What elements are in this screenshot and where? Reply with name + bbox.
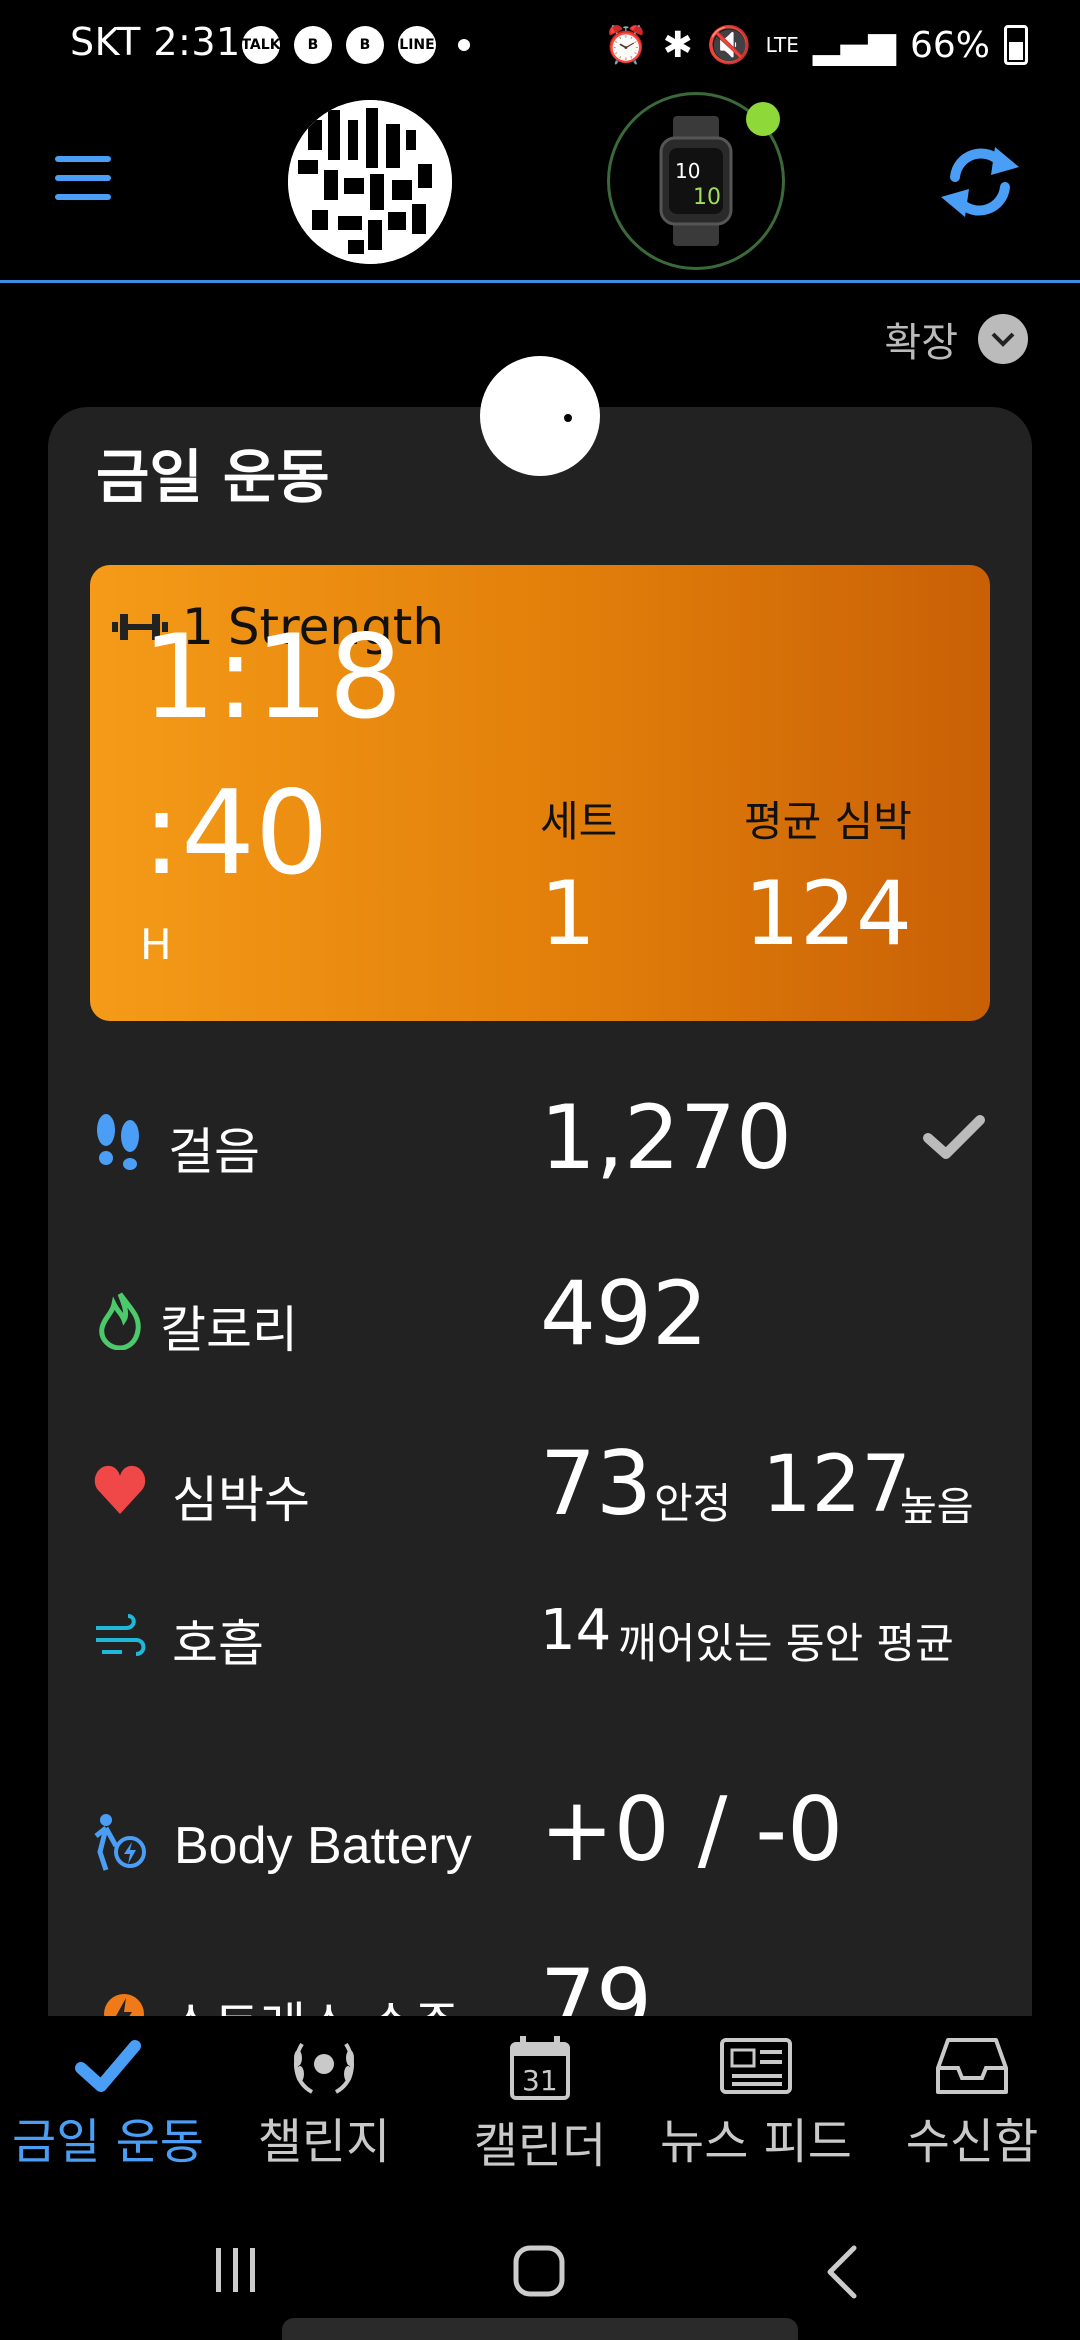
avg-hr-label: 평균 심박 (744, 797, 912, 846)
heart-icon (94, 1465, 146, 1514)
resting-hr-value: 73 (540, 1432, 652, 1535)
check-icon (923, 1115, 985, 1159)
back-icon[interactable] (822, 2244, 862, 2300)
carrier-time: SKT 2:31 (70, 20, 241, 64)
inbox-icon (936, 2038, 1008, 2094)
check-icon (75, 2040, 141, 2092)
system-indicators: ⏰ ✱ 🔇 LTE ▂▄▆ 66% (604, 24, 1028, 66)
news-icon (720, 2038, 792, 2094)
tab-challenges-label: 챌린지 (257, 2114, 391, 2170)
tab-newsfeed-label: 뉴스 피드 (660, 2114, 852, 2170)
flame-icon (99, 1292, 141, 1350)
avg-hr-value: 124 (744, 862, 912, 965)
high-hr-label: 높음 (900, 1484, 974, 1530)
body-battery-label: Body Battery (174, 1817, 472, 1875)
steps-row[interactable] (90, 1110, 146, 1174)
card-title: 금일 운동 (96, 443, 330, 511)
recent-apps-icon[interactable] (210, 2244, 262, 2296)
tab-inbox[interactable]: 수신함 (864, 2036, 1080, 2172)
tab-challenges[interactable]: 챌린지 (216, 2036, 432, 2172)
b-app-icon: B (294, 26, 332, 64)
svg-text:10: 10 (675, 159, 700, 183)
sets-value: 1 (540, 862, 596, 965)
status-bar: SKT 2:31 TALK B B LINE ⏰ ✱ 🔇 LTE ▂▄▆ 66% (0, 0, 1080, 92)
battery-percent: 66% (909, 24, 990, 66)
sets-label: 세트 (540, 797, 618, 846)
top-header: 10 10 (0, 92, 1080, 283)
expand-label: 확장 (884, 320, 958, 366)
high-hr-value: 127 (762, 1440, 911, 1530)
activity-duration: 1:18 (142, 610, 403, 745)
floating-dot (480, 356, 600, 476)
calories-label: 칼로리 (160, 1301, 298, 1359)
respiration-note: 깨어있는 동안 평균 (618, 1619, 954, 1668)
calendar-icon: 31 (510, 2036, 570, 2100)
tab-calendar[interactable]: 31 캘린더 (432, 2036, 648, 2176)
heart-rate-label: 심박수 (172, 1471, 310, 1529)
tab-newsfeed[interactable]: 뉴스 피드 (648, 2036, 864, 2172)
calendar-day: 31 (522, 2064, 558, 2097)
kakaotalk-icon: TALK (241, 26, 281, 64)
respiration-icon (96, 1614, 146, 1656)
tab-today-label: 금일 운동 (12, 2114, 204, 2170)
respiration-value: 14 (540, 1598, 612, 1663)
steps-label: 걸음 (168, 1123, 260, 1181)
bottom-nav: 금일 운동 챌린지 31 캘린더 뉴스 피드 수신함 (0, 2016, 1080, 2176)
network-label: LTE (765, 33, 799, 57)
body-battery-value: +0 / -0 (540, 1778, 844, 1881)
laurel-icon (294, 2042, 354, 2094)
mute-icon: 🔇 (706, 25, 752, 66)
tab-today[interactable]: 금일 운동 (0, 2036, 216, 2172)
footprints-icon (97, 1114, 139, 1170)
alarm-icon: ⏰ (603, 25, 649, 66)
steps-value: 1,270 (540, 1086, 792, 1189)
battery-icon (1004, 25, 1028, 65)
line-icon: LINE (398, 26, 436, 64)
calories-value: 492 (540, 1262, 708, 1365)
b-app-icon: B (346, 26, 384, 64)
tab-inbox-label: 수신함 (905, 2114, 1039, 2170)
bluetooth-icon: ✱ (662, 24, 693, 66)
gesture-handle[interactable] (282, 2318, 798, 2340)
chevron-down-icon (978, 314, 1028, 364)
sync-icon[interactable] (935, 137, 1025, 227)
menu-icon[interactable] (55, 156, 111, 200)
avatar[interactable] (288, 100, 452, 264)
svg-text:10: 10 (693, 185, 721, 210)
resting-hr-label: 안정 (654, 1479, 732, 1528)
watch-icon: 10 10 (659, 116, 733, 246)
home-icon[interactable] (512, 2244, 568, 2300)
tab-calendar-label: 캘린더 (473, 2118, 607, 2174)
signal-icon: ▂▄▆ (812, 24, 896, 66)
more-notifications-dot (458, 39, 470, 51)
duration-unit: H (140, 920, 172, 969)
notification-icons: TALK B B LINE (241, 26, 470, 64)
system-navigation (0, 2176, 1080, 2340)
connection-status-dot (746, 102, 780, 136)
expand-toggle[interactable]: 확장 (884, 310, 1028, 368)
respiration-label: 호흡 (172, 1615, 264, 1673)
activity-duration-seconds: :40 (142, 766, 329, 901)
body-battery-icon (94, 1814, 146, 1871)
